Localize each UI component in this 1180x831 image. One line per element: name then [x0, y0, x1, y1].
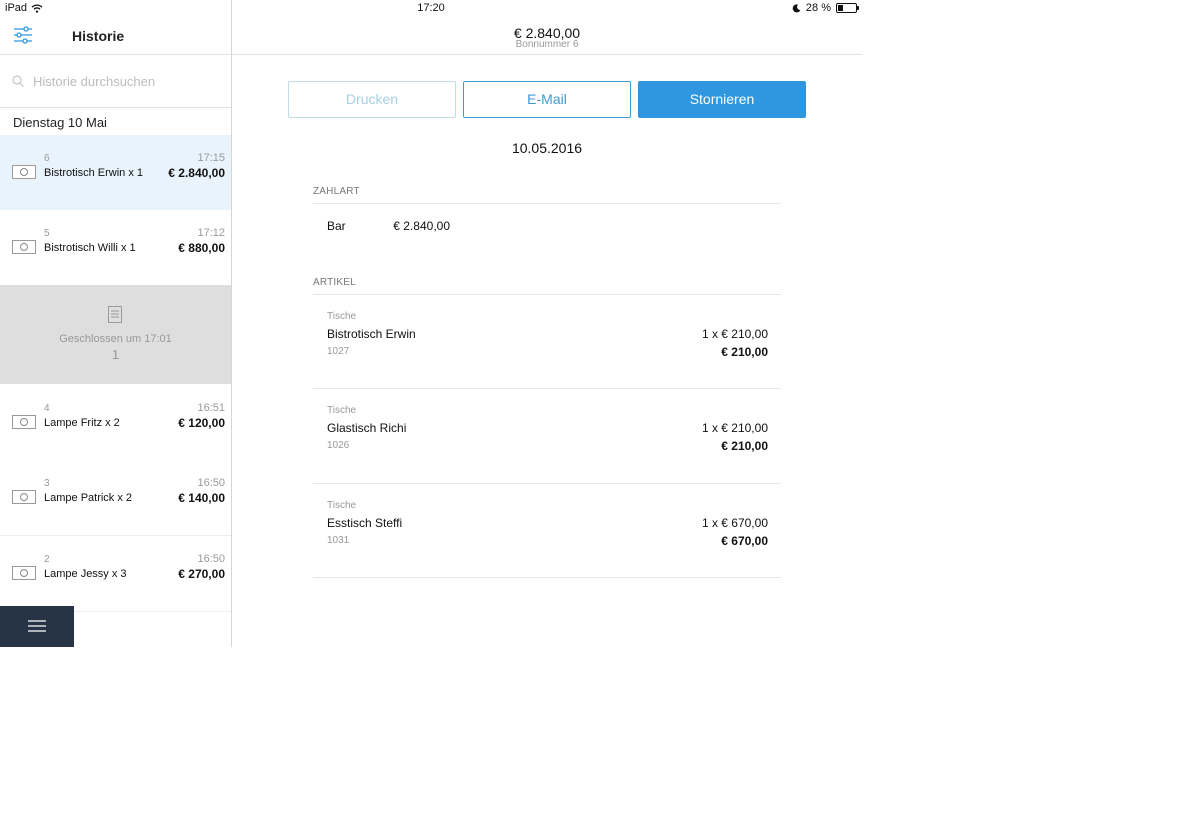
sidebar-title: Historie [72, 28, 125, 44]
receipt-header: € 2.840,00 Bonnummer 6 [232, 17, 862, 55]
article-name: Esstisch Steffi [327, 516, 403, 530]
receipt-row[interactable]: 2 16:50 Lampe Jessy x 3 € 270,00 [0, 536, 231, 612]
article-quantity: 1 x € 670,00 [701, 516, 768, 530]
receipt-number: 5 [44, 228, 50, 239]
history-sidebar: Historie Dienstag 10 Mai 6 17:15 Bistrot… [0, 0, 232, 647]
filter-icon[interactable] [13, 26, 33, 44]
article-category: Tische [327, 311, 357, 322]
divider [313, 203, 781, 204]
receipt-amount: € 140,00 [178, 491, 225, 505]
receipt-row[interactable]: 6 17:15 Bistrotisch Erwin x 1 € 2.840,00 [0, 135, 231, 211]
receipt-number: 4 [44, 403, 50, 414]
closed-count: 1 [111, 347, 120, 362]
receipt-name: Bistrotisch Erwin x 1 [44, 167, 144, 179]
article-item: Tische Bistrotisch Erwin 1027 1 x € 210,… [313, 295, 781, 389]
closed-session[interactable]: Geschlossen um 17:01 1 [0, 285, 231, 384]
receipt-amount: € 880,00 [178, 241, 225, 255]
divider [313, 577, 781, 578]
article-item: Tische Glastisch Richi 1026 1 x € 210,00… [313, 389, 781, 483]
receipt-row[interactable]: 3 16:50 Lampe Patrick x 2 € 140,00 [0, 460, 231, 536]
receipt-time: 16:50 [197, 553, 225, 565]
receipt-time: 17:15 [197, 152, 225, 164]
search-input[interactable] [33, 72, 223, 90]
receipt-icon [12, 490, 36, 504]
receipt-time: 17:12 [197, 227, 225, 239]
article-total: € 210,00 [721, 345, 768, 359]
article-total: € 210,00 [721, 439, 768, 453]
article-quantity: 1 x € 210,00 [701, 327, 768, 341]
receipt-number: 6 [44, 153, 50, 164]
status-bar: iPad 17:20 28 % [0, 0, 862, 17]
article-sku: 1026 [327, 440, 350, 451]
receipt-number: 3 [44, 478, 50, 489]
articles-section-label: ARTIKEL [313, 277, 356, 288]
battery-percent: 28 % [805, 2, 831, 14]
receipt-row[interactable]: 4 16:51 Lampe Fritz x 2 € 120,00 [0, 385, 231, 461]
receipt-amount: € 120,00 [178, 416, 225, 430]
battery-icon [836, 3, 859, 13]
receipt-icon [12, 566, 36, 580]
article-quantity: 1 x € 210,00 [701, 421, 768, 435]
receipt-date: 10.05.2016 [511, 140, 583, 156]
receipt-icon [12, 240, 36, 254]
receipt-name: Lampe Fritz x 2 [44, 417, 120, 429]
payment-section-label: ZAHLART [313, 186, 360, 197]
receipt-number: 2 [44, 554, 50, 565]
article-name: Glastisch Richi [327, 421, 407, 435]
search-bar [0, 55, 231, 108]
article-total: € 670,00 [721, 534, 768, 548]
receipt-name: Bistrotisch Willi x 1 [44, 242, 136, 254]
status-time: 17:20 [417, 2, 445, 14]
payment-method: Bar [327, 219, 346, 233]
article-item: Tische Esstisch Steffi 1031 1 x € 670,00… [313, 484, 781, 578]
receipt-name: Lampe Jessy x 3 [44, 568, 127, 580]
day-header: Dienstag 10 Mai [0, 108, 231, 136]
receipt-number-label: Bonnummer 6 [515, 39, 579, 50]
receipt-icon [12, 415, 36, 429]
closed-label: Geschlossen um 17:01 [59, 333, 172, 345]
receipt-amount: € 270,00 [178, 567, 225, 581]
payment-amount: € 2.840,00 [393, 219, 450, 233]
article-category: Tische [327, 500, 357, 511]
app-screen: Historie Dienstag 10 Mai 6 17:15 Bistrot… [0, 0, 862, 647]
article-category: Tische [327, 405, 357, 416]
receipt-icon [12, 165, 36, 179]
sidebar-header: Historie [0, 17, 231, 55]
cancel-receipt-button[interactable]: Stornieren [638, 81, 806, 118]
article-name: Bistrotisch Erwin [327, 327, 416, 341]
receipt-row[interactable]: 5 17:12 Bistrotisch Willi x 1 € 880,00 [0, 210, 231, 286]
print-button[interactable]: Drucken [288, 81, 456, 118]
moon-icon [792, 3, 801, 12]
receipt-amount: € 2.840,00 [168, 166, 225, 180]
receipt-time: 16:50 [197, 477, 225, 489]
hamburger-icon [28, 620, 46, 632]
document-icon [108, 306, 122, 323]
menu-button[interactable] [0, 606, 74, 647]
article-sku: 1027 [327, 346, 350, 357]
email-button[interactable]: E-Mail [463, 81, 631, 118]
receipt-time: 16:51 [197, 402, 225, 414]
receipt-name: Lampe Patrick x 2 [44, 492, 133, 504]
day-label: Dienstag 10 Mai [13, 115, 107, 130]
search-icon [12, 75, 24, 87]
article-sku: 1031 [327, 535, 350, 546]
